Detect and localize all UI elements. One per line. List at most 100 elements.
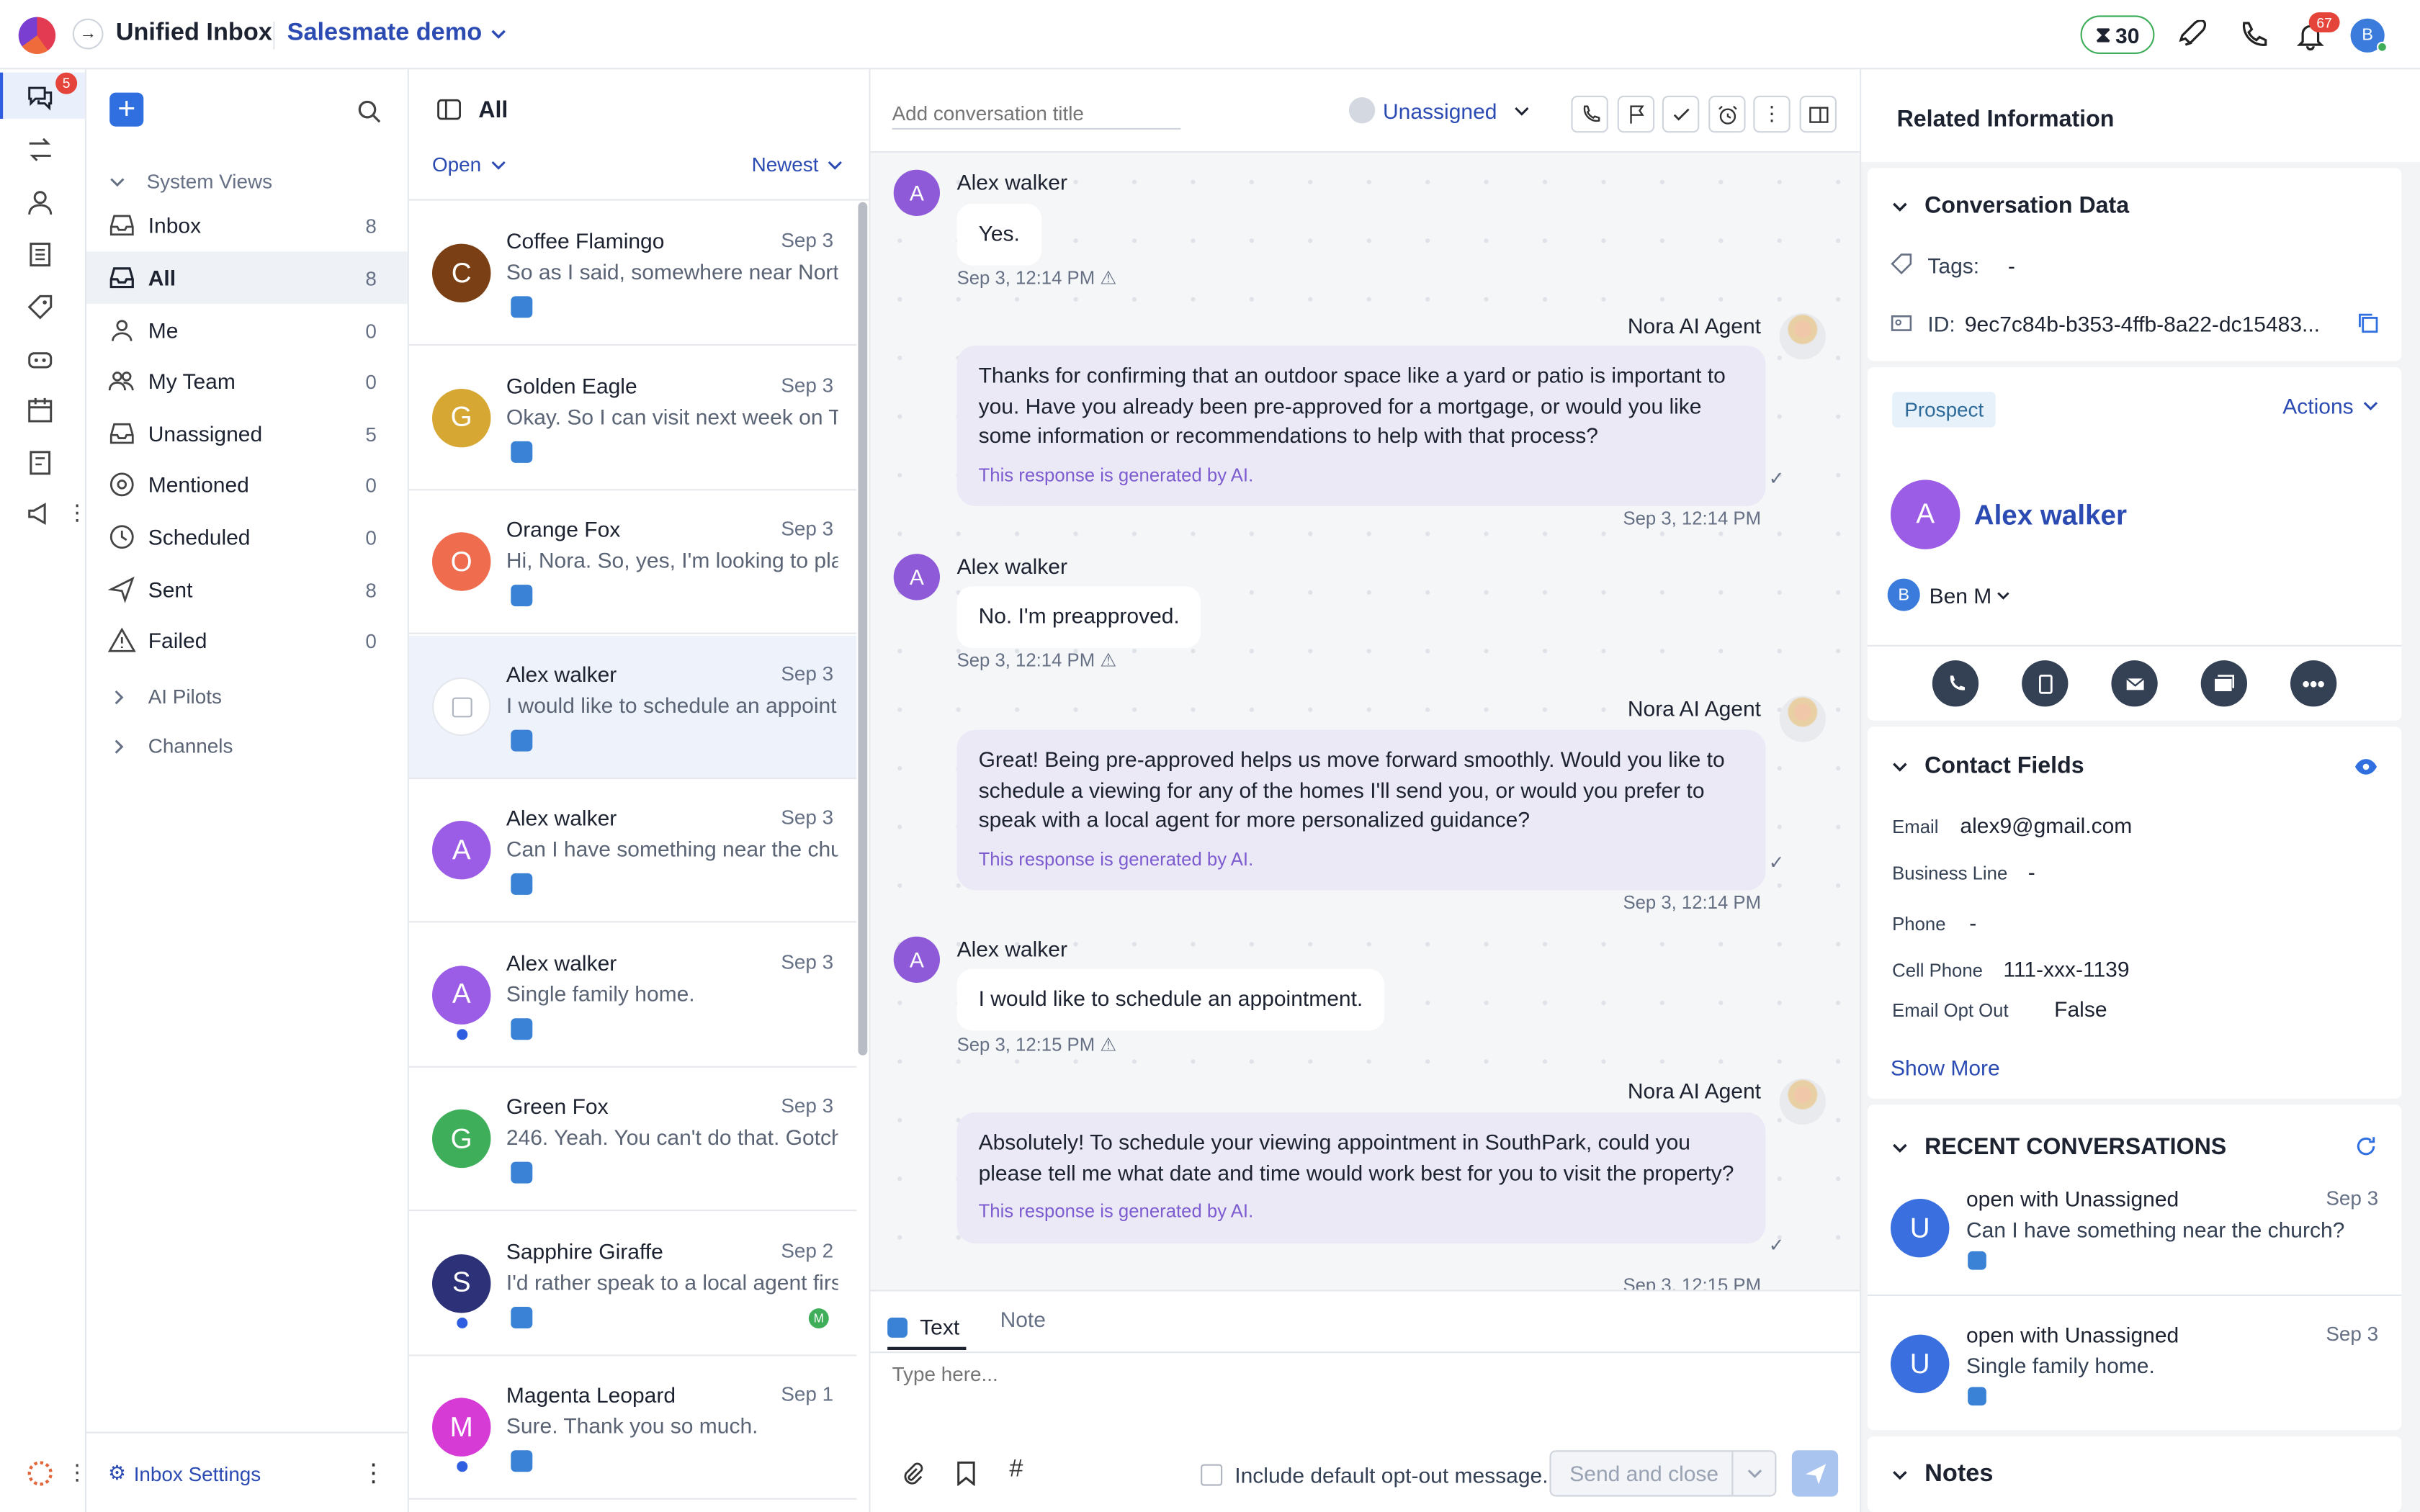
workspace-selector[interactable]: Salesmate demo (287, 20, 510, 48)
status-filter-dropdown[interactable]: Open (432, 153, 508, 176)
contacts-icon[interactable] (26, 188, 54, 216)
tag-icon[interactable] (26, 293, 54, 321)
recent-conversations-toggle[interactable]: RECENT CONVERSATIONS (1891, 1134, 2226, 1160)
bookmark-icon[interactable] (955, 1461, 977, 1486)
nav-item-failed[interactable]: Failed 0 (86, 614, 408, 667)
email-contact-button[interactable] (2111, 660, 2158, 707)
conversations-icon[interactable] (26, 84, 54, 112)
recent-preview: Can I have something near the church? (1966, 1217, 2345, 1242)
nav-more-icon[interactable]: ⋮ (361, 1458, 385, 1489)
composer-tab-text[interactable]: Text (887, 1307, 966, 1350)
copy-icon[interactable] (2357, 312, 2378, 333)
email-sequence-button[interactable] (2200, 660, 2247, 707)
conversation-list: All Open Newest C Coffee Flamingo Sep 3 So … (408, 69, 871, 1512)
sort-dropdown[interactable]: Newest (752, 153, 845, 176)
hashtag-icon[interactable]: # (1009, 1457, 1023, 1485)
rail-bottom-more-icon[interactable]: ⋮ (66, 1459, 88, 1485)
conversation-data-toggle[interactable]: Conversation Data (1891, 193, 2129, 219)
field-value-cell-phone[interactable]: 111-xxx-1139 (2003, 957, 2129, 981)
message-input[interactable] (892, 1362, 1834, 1440)
call-button[interactable] (1571, 95, 1608, 133)
sidebar-icon (1809, 106, 1828, 122)
field-value-phone[interactable]: - (1969, 910, 1976, 935)
contact-name: Coffee Flamingo (506, 228, 665, 253)
delivered-check-icon: ✓ (1768, 851, 1785, 873)
timer-badge[interactable]: ⧗ 30 (2080, 15, 2155, 54)
conversation-list-item[interactable]: A Alex walker Sep 3 Single family home. (408, 923, 857, 1067)
flag-button[interactable] (1617, 95, 1655, 133)
nav-item-mentioned[interactable]: Mentioned 0 (86, 458, 408, 510)
send-button[interactable] (1791, 1450, 1839, 1497)
rocket-icon[interactable] (2179, 19, 2210, 51)
actions-dropdown[interactable]: Actions (2282, 393, 2380, 418)
conversation-list-item[interactable]: M Magenta Leopard Sep 1 Sure. Thank you so … (408, 1356, 857, 1500)
system-views-toggle[interactable]: System Views (108, 170, 272, 193)
field-value-business-line[interactable]: - (2028, 860, 2035, 884)
notes-toggle[interactable]: Notes (1891, 1461, 1993, 1489)
contact-name[interactable]: Alex walker (1974, 500, 2127, 532)
conversation-list-item[interactable]: C Coffee Flamingo Sep 3 So as I said, somew… (408, 202, 857, 346)
assignee-dropdown[interactable]: Unassigned (1348, 97, 1531, 124)
inbox-settings-link[interactable]: ⚙ Inbox Settings (108, 1461, 261, 1485)
conversation-list-item[interactable]: O Orange Fox Sep 3 Hi, Nora. So, yes, I'm l… (408, 490, 857, 634)
contact-fields-toggle[interactable]: Contact Fields (1891, 753, 2084, 779)
eye-icon[interactable] (2354, 756, 2378, 778)
brand-logo-icon[interactable] (18, 17, 56, 55)
panel-toggle-icon[interactable] (436, 97, 461, 122)
companies-icon[interactable] (26, 240, 54, 269)
phone-icon[interactable] (2238, 20, 2269, 51)
new-conversation-button[interactable]: + (109, 92, 144, 127)
list-scrollbar[interactable] (858, 202, 868, 1056)
contact-name: Alex walker (506, 661, 617, 686)
sms-contact-button[interactable] (2022, 660, 2069, 707)
composer-tab-note[interactable]: Note (1000, 1307, 1046, 1331)
select-checkbox[interactable] (432, 676, 491, 736)
snooze-button[interactable] (1708, 95, 1746, 133)
send-and-close-button[interactable]: Send and close (1549, 1450, 1777, 1497)
nav-item-sent[interactable]: Sent 8 (86, 563, 408, 616)
nav-item-inbox[interactable]: Inbox 8 (86, 199, 408, 251)
settings-gear-icon[interactable] (27, 1461, 53, 1486)
call-contact-button[interactable] (1932, 660, 1979, 707)
conversation-list-item[interactable]: Alex walker Sep 3 I would like to schedule… (408, 634, 857, 779)
deals-icon[interactable] (26, 136, 54, 164)
refresh-icon[interactable] (2355, 1135, 2377, 1157)
nav-item-scheduled[interactable]: Scheduled 0 (86, 510, 408, 563)
contact-name: Orange Fox (506, 516, 621, 542)
chevron-right-icon (115, 739, 124, 753)
bot-icon[interactable] (26, 346, 54, 374)
contact-name: Alex walker (506, 805, 617, 830)
expand-nav-icon[interactable]: → (72, 18, 104, 50)
calendar-icon[interactable] (26, 397, 54, 425)
message-time-text: Sep 3, 12:14 PM (956, 649, 1095, 672)
conversation-list-item[interactable]: G Green Fox Sep 3 246. Yeah. You can't do t… (408, 1067, 857, 1212)
nav-item-my-team[interactable]: My Team 0 (86, 355, 408, 408)
recent-conversation-item[interactable]: U open with Unassigned Sep 3 Single fami… (1868, 1318, 2401, 1430)
nav-item-all[interactable]: All 8 (86, 251, 408, 305)
conversation-title-input[interactable] (892, 99, 1181, 130)
more-actions-button[interactable]: ••• (2290, 660, 2337, 707)
sender-avatar: A (893, 554, 940, 600)
toggle-sidebar-button[interactable] (1799, 95, 1837, 133)
nav-group-ai-pilots[interactable]: AI Pilots (111, 685, 222, 708)
nav-item-unassigned[interactable]: Unassigned 5 (86, 408, 408, 460)
nav-item-me[interactable]: Me 0 (86, 304, 408, 356)
opt-out-checkbox[interactable] (1201, 1464, 1223, 1486)
rail-more-icon[interactable]: ⋮ (66, 500, 88, 526)
chevron-down-icon[interactable] (1746, 1464, 1765, 1483)
attachment-icon[interactable] (900, 1461, 924, 1485)
resolve-button[interactable] (1662, 95, 1700, 133)
field-value-email-opt-out[interactable]: False (2054, 996, 2107, 1021)
reports-icon[interactable] (26, 449, 54, 477)
conversation-list-item[interactable]: S Sapphire Giraffe Sep 2 I'd rather speak t… (408, 1212, 857, 1356)
show-more-link[interactable]: Show More (1891, 1056, 2000, 1080)
more-options-button[interactable]: ⋮ (1753, 95, 1791, 133)
field-value-email[interactable]: alex9@gmail.com (1960, 813, 2132, 837)
conversation-list-item[interactable]: G Golden Eagle Sep 3 Okay. So I can visit n… (408, 346, 857, 490)
conversation-list-item[interactable]: A Alex walker Sep 3 Can I have something ne… (408, 779, 857, 923)
campaigns-icon[interactable] (26, 500, 54, 528)
search-icon[interactable] (357, 99, 381, 123)
recent-conversation-item[interactable]: U open with Unassigned Sep 3 Can I have … (1867, 1182, 2402, 1296)
owner-selector[interactable]: B Ben M (1887, 578, 2012, 611)
nav-group-channels[interactable]: Channels (111, 734, 233, 757)
